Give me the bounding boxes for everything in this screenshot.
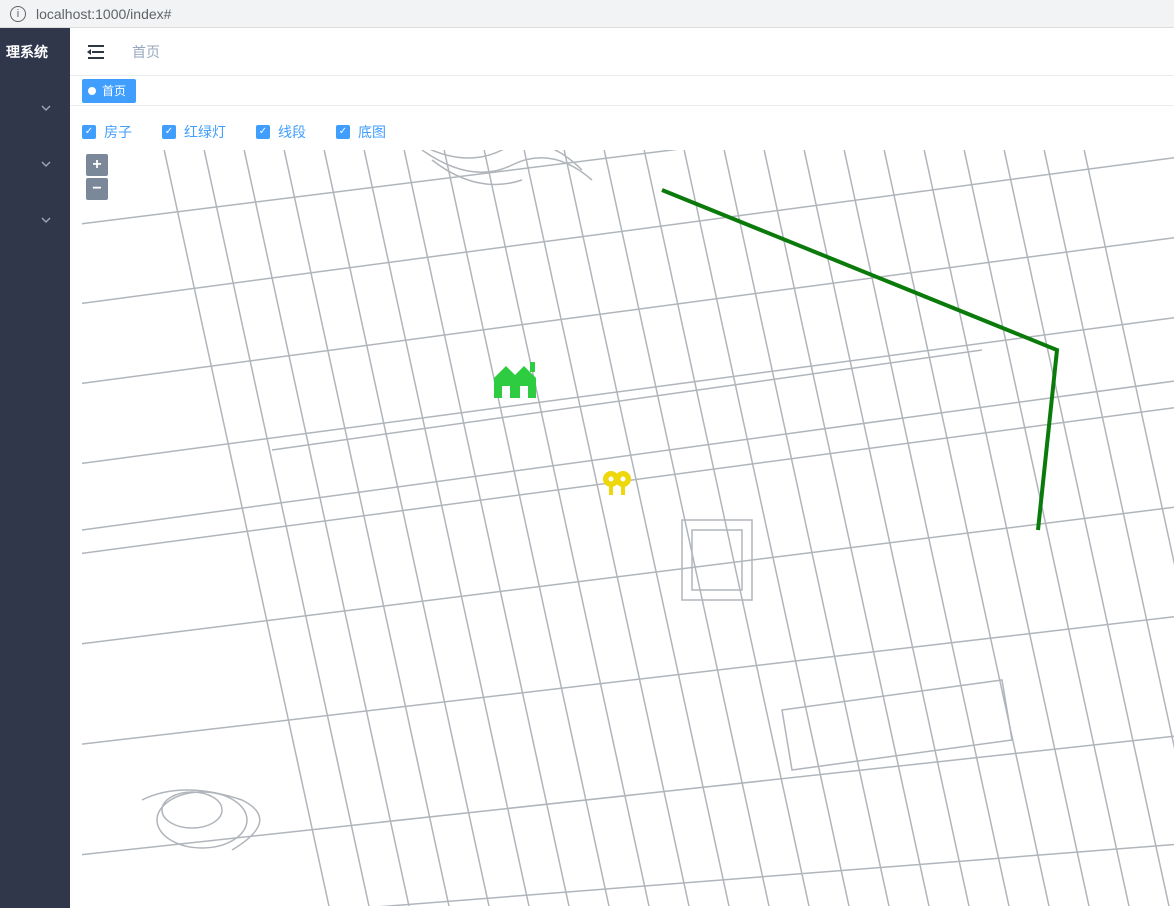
- zoom-controls: + −: [86, 154, 108, 202]
- app-title: 理系统: [0, 42, 70, 80]
- info-icon: i: [10, 6, 26, 22]
- layer-label: 红绿灯: [184, 122, 226, 142]
- tab-home[interactable]: 首页: [82, 79, 136, 103]
- tab-label: 首页: [102, 82, 126, 99]
- sidebar-item-1[interactable]: [0, 136, 70, 192]
- layer-label: 房子: [104, 122, 132, 142]
- menu-collapse-icon: [86, 43, 106, 61]
- content-area: ✓ 房子 ✓ 红绿灯 ✓ 线段 ✓ 底图 +: [70, 106, 1174, 908]
- basemap-layer: [82, 150, 1174, 906]
- layer-controls: ✓ 房子 ✓ 红绿灯 ✓ 线段 ✓ 底图: [82, 122, 1174, 142]
- checkbox-icon: ✓: [336, 125, 350, 139]
- layer-toggle-traffic-light[interactable]: ✓ 红绿灯: [162, 122, 226, 142]
- map-canvas[interactable]: + −: [82, 150, 1174, 906]
- topbar: 首页: [70, 28, 1174, 76]
- menu-toggle-button[interactable]: [84, 40, 108, 64]
- tabs-bar: 首页: [70, 76, 1174, 106]
- checkbox-icon: ✓: [82, 125, 96, 139]
- zoom-in-button[interactable]: +: [86, 154, 108, 176]
- url-text: localhost:1000/index#: [36, 6, 171, 22]
- breadcrumb: 首页: [132, 42, 160, 62]
- layer-toggle-basemap[interactable]: ✓ 底图: [336, 122, 386, 142]
- layer-toggle-house[interactable]: ✓ 房子: [82, 122, 132, 142]
- sidebar-item-0[interactable]: [0, 80, 70, 136]
- traffic-light-marker-icon[interactable]: [602, 470, 632, 496]
- sidebar: 理系统: [0, 28, 70, 908]
- checkbox-icon: ✓: [162, 125, 176, 139]
- tab-active-dot-icon: [88, 87, 96, 95]
- sidebar-item-2[interactable]: [0, 192, 70, 248]
- layer-label: 底图: [358, 122, 386, 142]
- checkbox-icon: ✓: [256, 125, 270, 139]
- chevron-down-icon: [40, 158, 52, 170]
- house-marker-icon[interactable]: [490, 360, 542, 400]
- zoom-out-button[interactable]: −: [86, 178, 108, 200]
- chevron-down-icon: [40, 214, 52, 226]
- layer-label: 线段: [278, 122, 306, 142]
- browser-address-bar: i localhost:1000/index#: [0, 0, 1174, 28]
- layer-toggle-line[interactable]: ✓ 线段: [256, 122, 306, 142]
- chevron-down-icon: [40, 102, 52, 114]
